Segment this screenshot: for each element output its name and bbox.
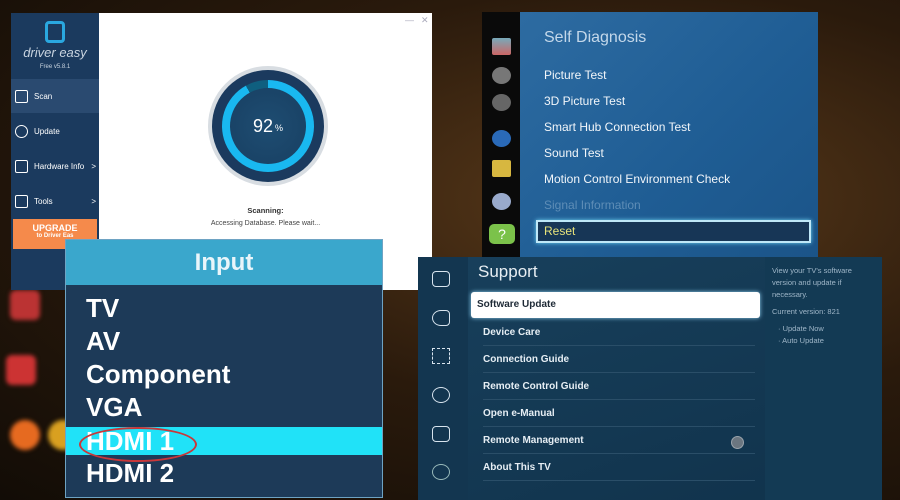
hardware-info-icon (15, 159, 28, 173)
menu-item-signal-information: Signal Information (544, 198, 641, 212)
nav-label: Update (34, 126, 60, 136)
menu-item-picture-test[interactable]: Picture Test (544, 68, 606, 82)
picture-icon[interactable] (432, 271, 450, 287)
support-title: Support (478, 262, 538, 281)
broadcast-icon[interactable] (492, 94, 511, 111)
info-option-auto-update: · Auto Update (778, 336, 824, 345)
menu-item-open-e-manual[interactable]: Open e-Manual (483, 400, 755, 427)
input-item-tv[interactable]: TV (66, 294, 382, 322)
desktop-icon-adobe[interactable] (10, 290, 40, 320)
menu-item-remote-control-guide[interactable]: Remote Control Guide (483, 373, 755, 400)
nav-label: Hardware Info (34, 161, 85, 171)
scan-icon (15, 89, 28, 103)
nav-label: Scan (34, 91, 53, 101)
minimize-button[interactable]: — (405, 15, 414, 25)
scan-progress-gauge: 92% (208, 66, 328, 186)
support-cloud-icon[interactable] (432, 464, 450, 480)
update-icon (15, 124, 28, 138)
nav-scan[interactable]: Scan (11, 79, 99, 113)
close-button[interactable]: ✕ (421, 15, 429, 26)
menu-item-connection-guide[interactable]: Connection Guide (483, 346, 755, 373)
current-version: Current version: 821 (772, 307, 840, 316)
input-item-av[interactable]: AV (66, 327, 382, 355)
status-title: Scanning: (247, 206, 284, 215)
network-globe-icon[interactable] (492, 130, 511, 147)
desktop-icon-firefox[interactable] (10, 420, 40, 450)
progress-value: 92 (252, 115, 273, 136)
upgrade-title: UPGRADE (32, 223, 78, 233)
brand-name: driver easy (23, 45, 87, 60)
self-diagnosis-title: Self Diagnosis (544, 29, 647, 46)
desktop-icon-expressvpn[interactable] (6, 355, 36, 385)
sound-icon[interactable] (492, 67, 511, 84)
info-option-update-now: · Update Now (778, 324, 824, 333)
menu-item-reset[interactable]: Reset (536, 220, 811, 243)
nav-update[interactable]: Update (11, 114, 99, 148)
menu-item-sound-test[interactable]: Sound Test (544, 146, 604, 160)
tv-settings-icon-bar (418, 257, 468, 500)
sound-icon[interactable] (432, 310, 450, 326)
nav-hardware-info[interactable]: Hardware Info > (11, 149, 99, 183)
info-description: View your TV's software version and upda… (772, 266, 852, 299)
nav-tools[interactable]: Tools > (11, 184, 99, 218)
menu-item-device-care[interactable]: Device Care (483, 319, 755, 346)
version-label: Free v5.8.1 (39, 64, 71, 70)
highlight-circle-annotation (79, 427, 197, 462)
menu-item-about-this-tv[interactable]: About This TV (483, 454, 755, 481)
chevron-right-icon: > (91, 161, 96, 171)
input-item-component[interactable]: Component (66, 360, 382, 388)
nav-label: Tools (34, 196, 53, 206)
support-info-pane: View your TV's software version and upda… (765, 257, 882, 500)
input-menu-title: Input (66, 240, 382, 285)
support-panel: Support Software Update Device Care Conn… (418, 257, 882, 500)
tools-icon (15, 194, 28, 208)
general-icon[interactable] (432, 426, 450, 442)
menu-item-3d-picture-test[interactable]: 3D Picture Test (544, 94, 625, 108)
input-item-hdmi-2[interactable]: HDMI 2 (66, 459, 382, 487)
broadcasting-icon[interactable] (432, 387, 450, 403)
input-source-menu: Input TV AV Component VGA HDMI 1 HDMI 2 (65, 239, 383, 498)
smart-hub-icon[interactable] (492, 160, 511, 177)
remote-management-toggle[interactable] (731, 436, 744, 449)
input-item-vga[interactable]: VGA (66, 393, 382, 421)
system-gear-icon[interactable] (492, 193, 511, 210)
driver-easy-logo-icon (45, 21, 65, 43)
status-text: Accessing Database. Please wait... (210, 220, 321, 227)
menu-item-software-update[interactable]: Software Update (471, 292, 760, 318)
menu-item-remote-management[interactable]: Remote Management (483, 427, 755, 454)
self-diagnosis-panel: ? Self Diagnosis Picture Test 3D Picture… (482, 12, 818, 264)
tv-menu-icon-bar: ? (482, 12, 520, 264)
menu-item-motion-control-check[interactable]: Motion Control Environment Check (544, 172, 730, 186)
menu-item-smart-hub-test[interactable]: Smart Hub Connection Test (544, 120, 691, 134)
support-help-icon[interactable]: ? (489, 224, 515, 244)
chevron-right-icon: > (91, 196, 96, 206)
progress-unit: % (275, 123, 284, 133)
connection-icon[interactable] (432, 348, 450, 364)
picture-icon[interactable] (492, 38, 511, 55)
